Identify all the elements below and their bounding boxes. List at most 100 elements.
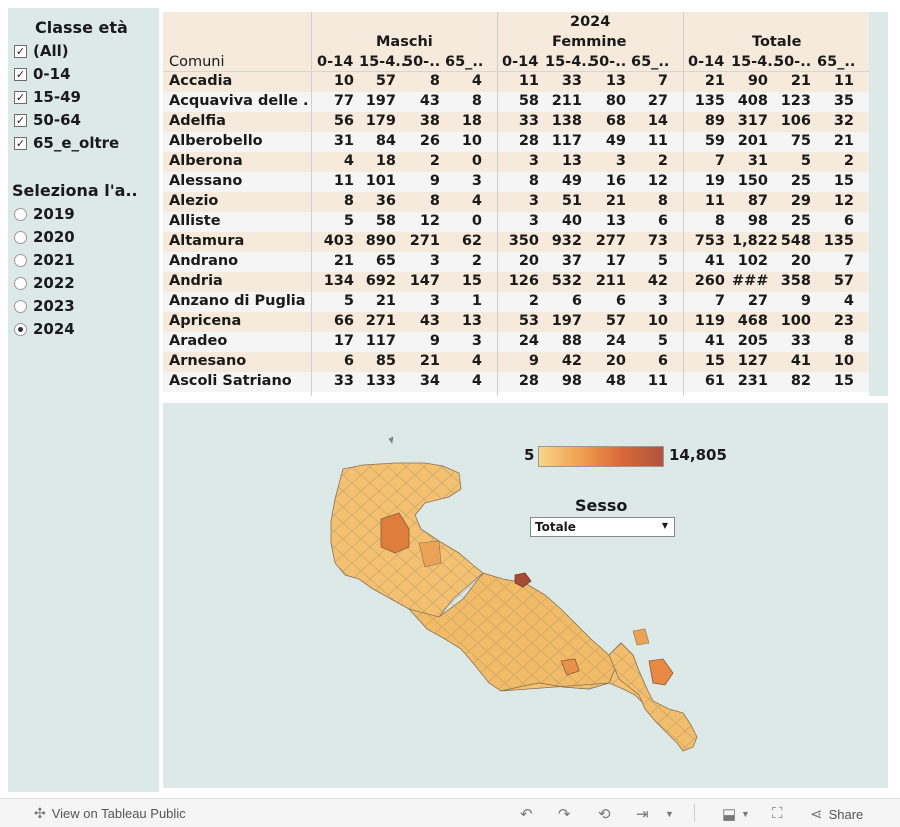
table-cell: 119 (694, 313, 725, 329)
checkbox-checked-icon[interactable]: ✓ (14, 90, 27, 104)
table-cell: 7 (843, 253, 854, 269)
checkbox-checked-icon[interactable]: ✓ (14, 136, 27, 150)
table-row[interactable]: Andria 134 692 147 15 126 532 211 42 260 ### 358 57 (163, 272, 869, 292)
year-option-2019[interactable]: 2019 (14, 204, 75, 224)
table-cell: 3 (657, 293, 668, 309)
table-cell: 31 (747, 153, 768, 169)
table-row[interactable]: Anzano di Puglia 5 21 3 1 2 6 6 3 7 27 9 4 (163, 292, 869, 312)
radio-icon[interactable] (14, 253, 27, 267)
table-cell: 21 (790, 73, 811, 89)
radio-icon[interactable] (14, 276, 27, 290)
radio-icon[interactable] (14, 207, 27, 221)
table-cell: 0 (471, 213, 482, 229)
table-cell: 133 (365, 373, 396, 389)
table-cell: 4 (471, 373, 482, 389)
table-row[interactable]: Accadia 10 57 8 4 11 33 13 7 21 90 21 11 (163, 72, 869, 92)
redo-icon[interactable]: ↷ (558, 805, 571, 823)
year-option-2024[interactable]: 2024 (14, 319, 75, 339)
comune-name: Alberona (169, 153, 243, 169)
table-row[interactable]: Arnesano 6 85 21 4 9 42 20 6 15 127 41 10 (163, 352, 869, 372)
revert-icon[interactable]: ⟲ (598, 805, 611, 823)
checkbox-checked-icon[interactable]: ✓ (14, 44, 27, 58)
comune-lecce[interactable] (648, 658, 674, 686)
age-option-50-64[interactable]: ✓ 50-64 (14, 110, 81, 130)
table-row[interactable]: Altamura 403 890 271 62 350 932 277 73 753 1,822 54… (163, 232, 869, 252)
radio-icon[interactable] (14, 230, 27, 244)
year-option-2020[interactable]: 2020 (14, 227, 75, 247)
age-option-65-e-oltre[interactable]: ✓ 65_e_oltre (14, 133, 119, 153)
table-row[interactable]: Acquaviva delle .. 77 197 43 8 58 211 80 27 135 40… (163, 92, 869, 112)
table-row[interactable]: Alessano 11 101 9 3 8 49 16 12 19 150 25 15 (163, 172, 869, 192)
age-option-15-49[interactable]: ✓ 15-49 (14, 87, 81, 107)
table-cell: 36 (375, 193, 396, 209)
table-row[interactable]: Adelfia 56 179 38 18 33 138 68 14 89 317 106 32 (163, 112, 869, 132)
table-row[interactable]: Apricena 66 271 43 13 53 197 57 10 119 468 100 23 (163, 312, 869, 332)
checkbox-checked-icon[interactable]: ✓ (14, 67, 27, 81)
table-cell: 11 (647, 133, 668, 149)
subcolumn-header: 65_.. (445, 54, 484, 70)
table-cell: 84 (375, 133, 396, 149)
table-cell: 2 (471, 253, 482, 269)
age-option-label: (All) (33, 42, 69, 60)
radio-selected-icon[interactable] (14, 322, 27, 336)
fullscreen-icon[interactable]: ⛶ (772, 805, 783, 822)
group-header-maschi: Maschi (376, 34, 433, 50)
download-icon[interactable]: ⬓ (722, 805, 736, 823)
table-row[interactable]: Ascoli Satriano 33 133 34 4 28 98 48 11 61 231 82 15 (163, 372, 869, 392)
subcolumn-header: 0-14 (317, 54, 354, 70)
refresh-menu-chevron-icon[interactable]: ▼ (665, 809, 674, 819)
subcolumn-header: 65_.. (817, 54, 856, 70)
table-cell: 20 (790, 253, 811, 269)
table-cell: 138 (551, 113, 582, 129)
table-cell: 8 (429, 193, 440, 209)
table-cell: 1 (471, 293, 482, 309)
undo-icon[interactable]: ↶ (520, 805, 533, 823)
subcolumn-header: 0-14 (688, 54, 725, 70)
age-option-all[interactable]: ✓ (All) (14, 41, 69, 61)
table-row[interactable]: Alliste 5 58 12 0 3 40 13 6 8 98 25 6 (163, 212, 869, 232)
table-cell: 21 (333, 253, 354, 269)
table-cell: 532 (551, 273, 582, 289)
year-option-2023[interactable]: 2023 (14, 296, 75, 316)
table-cell: 8 (343, 193, 354, 209)
comune-name: Arnesano (169, 353, 247, 369)
year-option-2022[interactable]: 2022 (14, 273, 75, 293)
sesso-selected-value: Totale (535, 520, 576, 534)
radio-icon[interactable] (14, 299, 27, 313)
table-row[interactable]: Alberona 4 18 2 0 3 13 3 2 7 31 5 2 (163, 152, 869, 172)
view-on-tableau-public-link[interactable]: ✣ View on Tableau Public (34, 805, 186, 822)
table-cell: 9 (528, 353, 539, 369)
table-row[interactable]: Aradeo 17 117 9 3 24 88 24 5 41 205 33 8 (163, 332, 869, 352)
table-cell: 10 (833, 353, 854, 369)
sesso-dropdown[interactable]: Totale ▼ (530, 517, 675, 537)
table-cell: 271 (409, 233, 440, 249)
table-row[interactable]: Alberobello 31 84 26 10 28 117 49 11 59 201 75 21 (163, 132, 869, 152)
legend-min-value: 5 (524, 446, 535, 464)
table-cell: 43 (419, 313, 440, 329)
download-menu-chevron-icon[interactable]: ▼ (741, 809, 750, 819)
table-cell: 41 (704, 333, 725, 349)
age-option-0-14[interactable]: ✓ 0-14 (14, 64, 71, 84)
share-button[interactable]: ⋖ Share (810, 805, 863, 823)
comune-name: Aradeo (169, 333, 228, 349)
table-cell: 9 (429, 173, 440, 189)
table-cell: 28 (518, 133, 539, 149)
year-option-2021[interactable]: 2021 (14, 250, 75, 270)
table-cell: 42 (561, 353, 582, 369)
table-cell: 27 (647, 93, 668, 109)
table-cell: 13 (561, 153, 582, 169)
table-cell: 135 (823, 233, 854, 249)
table-cell: 197 (551, 313, 582, 329)
table-row[interactable]: Andrano 21 65 3 2 20 37 17 5 41 102 20 7 (163, 252, 869, 272)
table-cell: 10 (461, 133, 482, 149)
dropdown-caret-icon[interactable]: ▼ (662, 521, 668, 530)
checkbox-checked-icon[interactable]: ✓ (14, 113, 27, 127)
table-cell: 65 (375, 253, 396, 269)
table-scrollbar[interactable] (869, 12, 888, 396)
table-cell: 21 (375, 293, 396, 309)
table-cell: 100 (780, 313, 811, 329)
refresh-icon[interactable]: ⇥ (636, 805, 649, 823)
table-row[interactable]: Alezio 8 36 8 4 3 51 21 8 11 87 29 12 (163, 192, 869, 212)
comune-brindisi[interactable] (632, 628, 650, 646)
table-cell: 205 (737, 333, 768, 349)
